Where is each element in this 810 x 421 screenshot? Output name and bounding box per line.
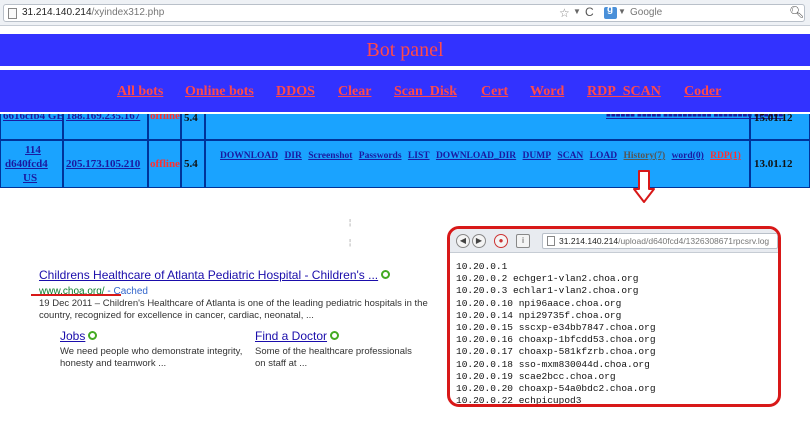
bot-id-link[interactable]: 114	[25, 144, 41, 156]
instant-preview-icon[interactable]	[381, 270, 391, 280]
panel-title: Bot panel	[366, 39, 444, 61]
action-dump[interactable]: DUMP	[523, 151, 552, 161]
bot-actions-cell: ■■■■■■ ■■■■■ ■■■■■■■■■■ ■■■■■■■■ ■■■■■■	[205, 114, 783, 140]
google-icon[interactable]	[604, 4, 617, 19]
sitelink-title[interactable]: Find a Doctor	[255, 329, 327, 343]
bots-table: 6616cfb4 GE 188.169.235.167 offline 5.4 …	[0, 114, 810, 188]
log-line: 10.20.0.17 choaxp-581kfzrb.choa.org	[456, 346, 656, 358]
log-line: 10.20.0.18 sso-mxm830044d.choa.org	[456, 358, 650, 370]
log-line: 10.20.0.14 npi29735f.choa.org	[456, 309, 622, 321]
bot-date-cell: 13.01.12	[750, 140, 810, 188]
log-address-bar[interactable]: 31.214.140.214/upload/d640fcd4/132630867…	[542, 233, 778, 249]
bot-version: 5.4	[184, 114, 198, 124]
nav-bar: All bots Online bots DDOS Clear Scan_Dis…	[0, 70, 810, 112]
bot-status: offline	[150, 114, 180, 122]
back-icon[interactable]: ◀	[456, 234, 470, 248]
log-line: 10.20.0.15 sscxp-e34bb7847.choa.org	[456, 322, 656, 334]
search-engine-dropdown-icon[interactable]: ▼	[618, 7, 626, 16]
bot-status-cell: offline	[148, 140, 181, 188]
bot-status: offline	[150, 158, 180, 170]
instant-preview-icon[interactable]	[88, 331, 98, 341]
search-icon[interactable]: 🔍︎	[789, 5, 804, 19]
nav-online-bots[interactable]: Online bots	[185, 84, 254, 100]
action-dir[interactable]: DIR	[284, 151, 301, 161]
action-download[interactable]: DOWNLOAD	[220, 151, 278, 161]
bot-ip-cell: 188.169.235.167	[63, 114, 148, 140]
bot-id-link[interactable]: d640fcd4	[5, 158, 48, 170]
log-window: ◀ ▶ ● i 31.214.140.214/upload/d640fcd4/1…	[447, 226, 781, 407]
chevron-down-icon[interactable]: ▼	[573, 7, 581, 16]
action-screenshot[interactable]: Screenshot	[308, 151, 352, 161]
browser-toolbar: 31.214.140.214/xyindex312.php ☆ ▼ C ▼ Go…	[0, 0, 810, 26]
nav-coder[interactable]: Coder	[684, 84, 721, 100]
search-input[interactable]: Google	[630, 7, 662, 18]
forward-icon[interactable]: ▶	[472, 234, 486, 248]
arrow-down-icon	[633, 170, 655, 203]
action-word[interactable]: word(0)	[672, 151, 704, 161]
log-line: 10.20.0.10 npi96aace.choa.org	[456, 297, 622, 309]
sitelink-jobs: Jobs We need people who demonstrate inte…	[60, 327, 260, 370]
action-scan[interactable]: SCAN	[557, 151, 583, 161]
nav-scan-disk[interactable]: Scan_Disk	[394, 84, 457, 100]
bot-version-cell: 5.4	[181, 114, 205, 140]
bot-ip-cell: 205.173.105.210	[63, 140, 148, 188]
result-title-row: Childrens Healthcare of Atlanta Pediatri…	[39, 266, 439, 284]
bot-ip-link[interactable]: 205.173.105.210	[66, 158, 140, 170]
bot-date: 15.01.12	[754, 114, 793, 124]
action-rdp[interactable]: RDP(1)	[710, 151, 741, 161]
action-download-dir[interactable]: DOWNLOAD_DIR	[436, 151, 516, 161]
sitelink-desc: Some of the healthcare professionals on …	[255, 346, 412, 369]
bot-version-cell: 5.4	[181, 140, 205, 188]
divider-mark: ¦	[349, 238, 352, 247]
nav-clear[interactable]: Clear	[338, 84, 371, 100]
nav-all-bots[interactable]: All bots	[117, 84, 163, 100]
sitelink-find-a-doctor: Find a Doctor Some of the healthcare pro…	[255, 327, 425, 370]
nav-ddos[interactable]: DDOS	[276, 84, 315, 100]
log-browser-toolbar: ◀ ▶ ● i 31.214.140.214/upload/d640fcd4/1…	[450, 229, 778, 253]
divider-mark: ¦	[349, 218, 352, 227]
action-history[interactable]: History(7)	[624, 151, 666, 161]
nav-cert[interactable]: Cert	[481, 84, 508, 100]
sitelink-desc: We need people who demonstrate integrity…	[60, 346, 243, 369]
stop-icon[interactable]: ●	[494, 234, 508, 248]
log-line: 10.20.0.2 echger1-vlan2.choa.org	[456, 273, 639, 285]
nav-word[interactable]: Word	[530, 84, 564, 100]
info-icon[interactable]: i	[516, 234, 530, 248]
bot-actions: DOWNLOAD DIR Screenshot Passwords LIST D…	[220, 151, 745, 161]
bot-id-link[interactable]: US	[23, 172, 37, 184]
highlight-underline	[31, 294, 121, 296]
bot-status-cell: offline	[148, 114, 181, 140]
log-line: 10.20.0.3 echlar1-vlan2.choa.org	[456, 285, 639, 297]
sitelink-title[interactable]: Jobs	[60, 329, 85, 343]
address-text: 31.214.140.214/xyindex312.php	[22, 7, 165, 18]
bot-ip-link[interactable]: 188.169.235.167	[66, 114, 140, 122]
bot-date: 13.01.12	[754, 158, 793, 170]
log-line: 10.20.0.16 choaxp-1bfcdd53.choa.org	[456, 334, 656, 346]
result-title-link[interactable]: Childrens Healthcare of Atlanta Pediatri…	[39, 268, 378, 282]
log-line: 10.20.0.19 scae2bcc.choa.org	[456, 370, 616, 382]
bot-date-cell: 15.01.12	[750, 114, 810, 140]
log-line: 10.20.0.1	[456, 261, 508, 272]
address-bar[interactable]: 31.214.140.214/xyindex312.php ☆ ▼ C ▼ Go…	[3, 4, 805, 22]
bot-id-cell: 6616cfb4 GE	[0, 114, 64, 140]
action-passwords[interactable]: Passwords	[359, 151, 402, 161]
instant-preview-icon[interactable]	[330, 331, 340, 341]
log-content: 10.20.0.1 10.20.0.2 echger1-vlan2.choa.or…	[456, 261, 656, 407]
bot-id-link[interactable]: 6616cfb4 GE	[3, 114, 64, 122]
result-snippet: 19 Dec 2011 – Children's Healthcare of A…	[39, 298, 428, 321]
log-line: 10.20.0.20 choaxp-54a0bdc2.choa.org	[456, 383, 656, 395]
log-line: 10.20.0.22 echpicupod3	[456, 395, 582, 407]
nav-rdp-scan[interactable]: RDP_SCAN	[587, 84, 661, 100]
panel-header: Bot panel	[0, 34, 810, 66]
page-icon	[8, 8, 17, 19]
action-load[interactable]: LOAD	[590, 151, 617, 161]
bot-version: 5.4	[184, 158, 198, 170]
action-list[interactable]: LIST	[408, 151, 430, 161]
bot-id-cell: 114 d640fcd4 US	[0, 140, 63, 188]
page-icon	[547, 236, 555, 246]
reload-icon[interactable]: C	[585, 5, 594, 19]
bot-actions-cell	[205, 140, 750, 188]
log-address-text: 31.214.140.214/upload/d640fcd4/132630867…	[559, 236, 770, 246]
bookmark-star-icon[interactable]: ☆	[559, 6, 570, 20]
